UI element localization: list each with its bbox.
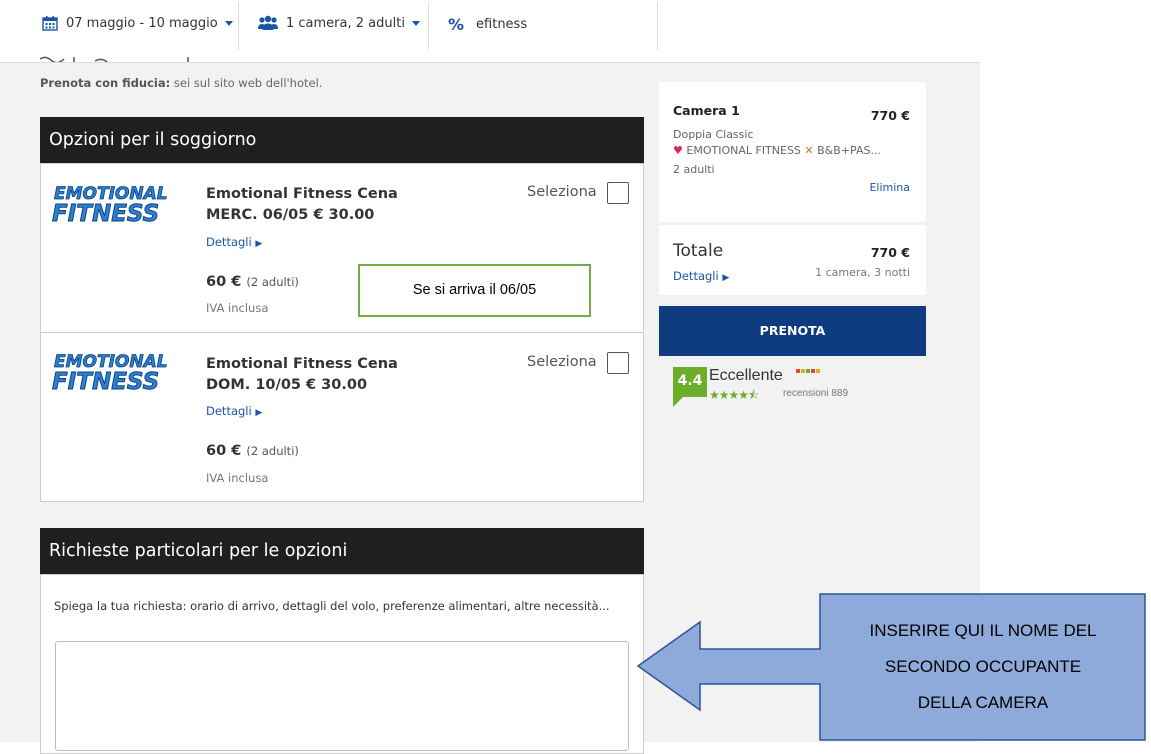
price-value: 60 € — [206, 443, 242, 459]
rating-score: 4.4 — [677, 373, 703, 389]
nights-info: 1 camera, 3 notti — [815, 266, 910, 279]
svg-text:FITNESS: FITNESS — [52, 201, 159, 227]
total-label: Totale — [673, 241, 724, 261]
option-title-line: Emotional Fitness Cena — [206, 356, 398, 372]
page-subtitle: Prenota con fiducia: sei sul sito web de… — [40, 76, 322, 90]
details-label: Dettagli — [673, 269, 719, 283]
details-link[interactable]: Dettagli ▶ — [206, 235, 262, 249]
divider — [41, 332, 643, 333]
promo-code-label: efitness — [476, 17, 528, 32]
percent-icon: % — [448, 15, 465, 34]
select-checkbox[interactable] — [607, 352, 629, 374]
review-count: recensioni 889 — [783, 388, 849, 399]
callout-arrow-icon: INSERIRE QUI IL NOME DEL SECONDO OCCUPAN… — [636, 593, 1146, 741]
rating-label: Eccellente — [709, 367, 783, 384]
option-title-line: MERC. 06/05 € 30.00 — [206, 207, 375, 223]
date-range-selector[interactable]: 07 maggio - 10 maggio — [42, 15, 233, 31]
total-details-link[interactable]: Dettagli ▶ — [673, 269, 729, 283]
caret-right-icon: ▶ — [255, 408, 263, 418]
room-price: 770 € — [870, 108, 910, 123]
svg-text:FITNESS: FITNESS — [52, 369, 159, 395]
caret-right-icon: ▶ — [255, 239, 263, 249]
divider — [238, 2, 239, 50]
divider — [657, 2, 658, 50]
price-value: 60 € — [206, 274, 242, 290]
room-title: Camera 1 — [673, 103, 740, 118]
date-range-label: 07 maggio - 10 maggio — [66, 15, 218, 31]
chevron-down-icon — [411, 20, 420, 26]
price-note: (2 adulti) — [246, 444, 299, 458]
tax-note: IVA inclusa — [206, 301, 269, 315]
tripadvisor-logo-icon — [796, 369, 820, 373]
details-label: Dettagli — [206, 404, 252, 418]
room-plan-tail: B&B+PAS... — [817, 144, 881, 157]
room-plan-name: EMOTIONAL FITNESS — [686, 144, 801, 157]
option-title: Emotional Fitness Cena MERC. 06/05 € 30.… — [206, 184, 398, 226]
requests-heading: Richieste particolari per le opzioni — [40, 528, 644, 574]
callout-line: DELLA CAMERA — [918, 693, 1049, 712]
option-title-line: Emotional Fitness Cena — [206, 186, 398, 202]
option-title: Emotional Fitness Cena DOM. 10/05 € 30.0… — [206, 354, 398, 396]
details-label: Dettagli — [206, 235, 252, 249]
emotional-fitness-logo: EMOTIONAL FITNESS — [50, 349, 168, 396]
option-title-line: DOM. 10/05 € 30.00 — [206, 377, 368, 393]
special-requests-input[interactable] — [55, 641, 629, 751]
subtitle-text: sei sul sito web dell'hotel. — [170, 76, 323, 90]
room-guests: 2 adulti — [673, 163, 715, 176]
page-title-cutoff — [40, 48, 240, 62]
tax-note: IVA inclusa — [206, 471, 269, 485]
emotional-fitness-logo: EMOTIONAL FITNESS — [50, 181, 168, 228]
remove-room-link[interactable]: Elimina — [869, 181, 910, 194]
guests-selector[interactable]: 1 camera, 2 adulti — [257, 15, 420, 31]
room-type: Doppia Classic — [673, 128, 754, 141]
price-note: (2 adulti) — [246, 275, 299, 289]
rating-badge[interactable]: 4.4 Eccellente ★★★★⯪ recensioni 889 — [673, 367, 905, 409]
select-checkbox[interactable] — [607, 182, 629, 204]
room-plan: ♥ EMOTIONAL FITNESS ✕ B&B+PAS... — [673, 144, 881, 157]
select-label: Seleziona — [527, 354, 597, 370]
option-price: 60 € (2 adulti) — [206, 274, 299, 290]
arrival-annotation: Se si arriva il 06/05 — [358, 264, 591, 317]
divider — [428, 2, 429, 50]
users-icon — [257, 15, 279, 31]
chevron-down-icon — [224, 20, 233, 26]
dumbbell-icon: ✕ — [804, 144, 814, 157]
caret-right-icon: ▶ — [722, 273, 730, 283]
promo-code[interactable]: % efitness — [448, 15, 527, 34]
total-price: 770 € — [870, 245, 910, 260]
star-rating-icon: ★★★★⯪ — [709, 388, 759, 402]
divider — [0, 62, 980, 63]
calendar-icon — [42, 15, 58, 31]
heart-icon: ♥ — [673, 144, 683, 157]
options-heading: Opzioni per il soggiorno — [40, 117, 644, 163]
details-link[interactable]: Dettagli ▶ — [206, 404, 262, 418]
requests-prompt: Spiega la tua richiesta: orario di arriv… — [54, 599, 610, 613]
subtitle-bold: Prenota con fiducia: — [40, 76, 171, 90]
callout-line: INSERIRE QUI IL NOME DEL — [869, 621, 1096, 640]
book-button[interactable]: PRENOTA — [659, 306, 926, 356]
option-price: 60 € (2 adulti) — [206, 443, 299, 459]
guests-label: 1 camera, 2 adulti — [286, 15, 405, 31]
select-label: Seleziona — [527, 184, 597, 200]
callout-line: SECONDO OCCUPANTE — [885, 657, 1081, 676]
